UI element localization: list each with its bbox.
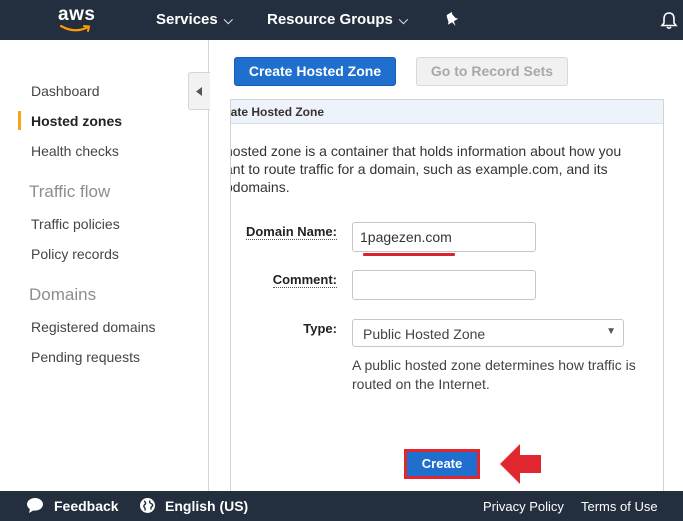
comment-label: Comment: [272,272,337,288]
description-line: ant to route traffic for a domain, such … [230,161,608,177]
domain-name-label: Domain Name: [245,224,337,240]
sidebar-item-policy-records[interactable]: Policy records [31,246,119,262]
chevron-left-icon [196,87,202,96]
description-line: hosted zone is a container that holds in… [230,143,622,159]
speech-bubble-icon [27,498,43,513]
sidebar-item-dashboard[interactable]: Dashboard [31,83,100,99]
aws-logo[interactable]: aws [58,4,102,36]
services-menu[interactable]: Services ⌵ [156,11,233,28]
red-arrow-annotation-icon [500,444,541,484]
chevron-down-icon: ⌵ [398,13,408,27]
main-content: Create Hosted Zone Go to Record Sets eat… [210,40,683,521]
footer-bar: Feedback English (US) Privacy Policy Ter… [0,491,683,521]
panel-title: eate Hosted Zone [230,105,325,119]
select-caret-icon: ▼ [606,326,616,337]
top-navigation-bar: aws Services ⌵ Resource Groups ⌵ [0,0,683,40]
terms-of-use-link[interactable]: Terms of Use [581,499,658,514]
aws-smile-icon [60,24,91,32]
pin-icon[interactable] [445,12,459,28]
type-help-text: A public hosted zone determines how traf… [352,357,636,392]
panel-description: hosted zone is a container that holds in… [230,142,645,196]
sidebar-heading-traffic-flow: Traffic flow [29,182,111,201]
globe-icon [140,498,155,513]
create-hosted-zone-button[interactable]: Create Hosted Zone [234,57,396,86]
type-label: Type: [303,321,337,336]
domain-name-input[interactable] [352,222,536,252]
create-button[interactable]: Create [404,449,480,479]
comment-input[interactable] [352,270,536,300]
sidebar-item-hosted-zones[interactable]: Hosted zones [31,113,122,129]
sidebar-collapse-button[interactable] [188,72,210,110]
resource-groups-label: Resource Groups [267,11,393,28]
go-to-record-sets-button: Go to Record Sets [416,57,568,86]
create-hosted-zone-panel: eate Hosted Zone hosted zone is a contai… [230,99,664,521]
services-label: Services [156,11,218,28]
sidebar-heading-domains: Domains [29,285,97,304]
type-select-value: Public Hosted Zone [363,326,486,342]
description-line: bdomains. [230,179,290,195]
sidebar-item-health-checks[interactable]: Health checks [31,143,119,159]
type-select[interactable]: Public Hosted Zone ▼ [352,319,624,347]
bell-icon[interactable] [660,11,678,30]
sidebar-item-pending-requests[interactable]: Pending requests [31,349,140,365]
panel-header: eate Hosted Zone [231,100,663,124]
resource-groups-menu[interactable]: Resource Groups ⌵ [267,11,408,28]
chevron-down-icon: ⌵ [223,13,233,27]
feedback-link[interactable]: Feedback [54,498,119,514]
active-indicator [18,111,21,130]
aws-logo-text: aws [58,4,96,25]
privacy-policy-link[interactable]: Privacy Policy [483,499,564,514]
language-selector[interactable]: English (US) [165,498,248,514]
annotation-underline [363,253,455,256]
sidebar-item-traffic-policies[interactable]: Traffic policies [31,216,120,232]
sidebar-item-registered-domains[interactable]: Registered domains [31,319,156,335]
sidebar: Dashboard Hosted zones Health checks Tra… [0,40,209,491]
